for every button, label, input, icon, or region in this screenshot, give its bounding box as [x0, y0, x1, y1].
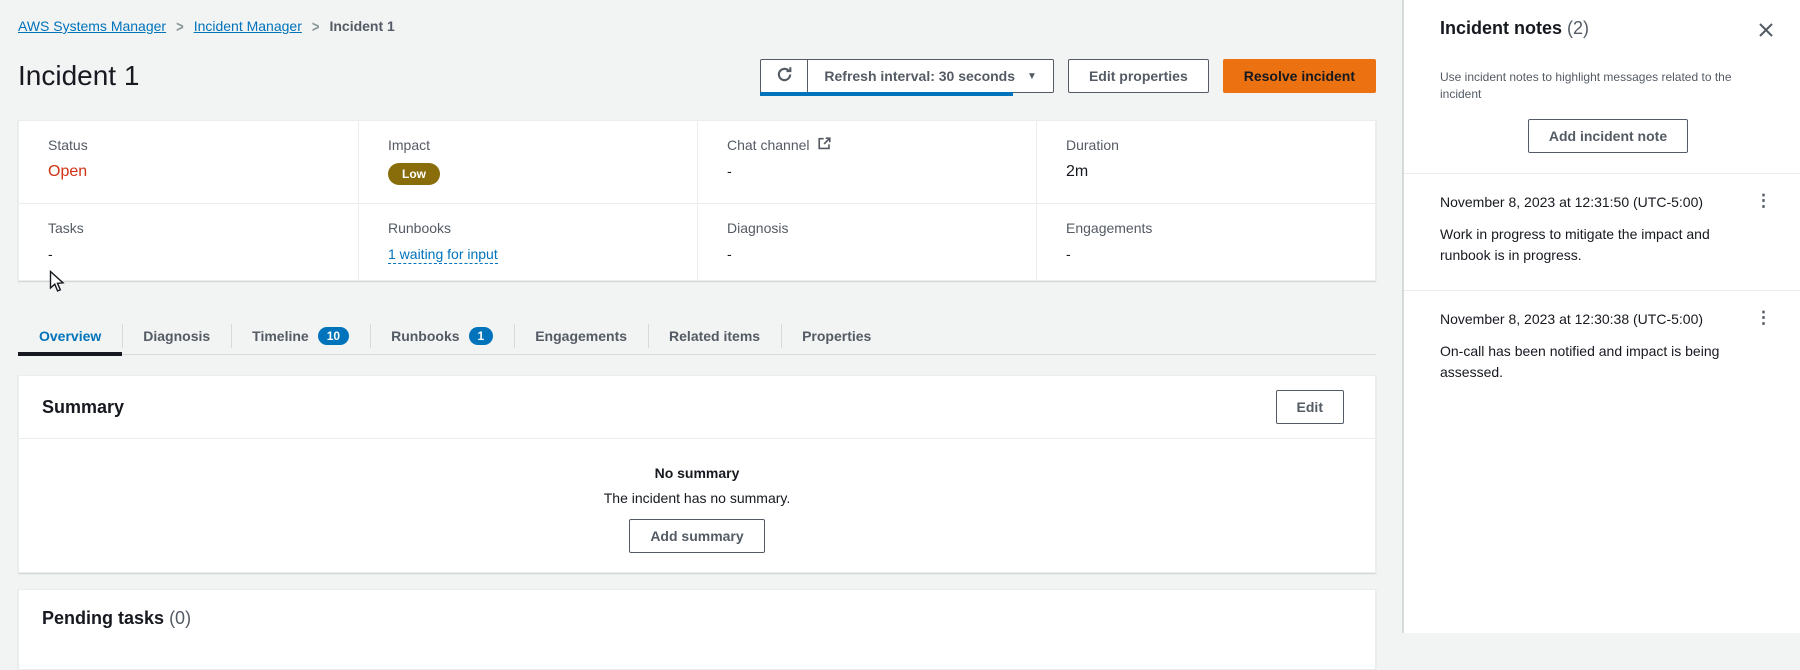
- timeline-count-badge: 10: [318, 327, 349, 345]
- notes-panel-header: Incident notes (2): [1440, 18, 1776, 43]
- refresh-control-group: Refresh interval: 30 seconds ▼: [760, 59, 1054, 93]
- tab-related-items[interactable]: Related items: [648, 317, 781, 354]
- duration-field: Duration 2m: [1036, 121, 1375, 203]
- tab-engagements[interactable]: Engagements: [514, 317, 648, 354]
- incident-note-item: November 8, 2023 at 12:30:38 (UTC-5:00) …: [1440, 291, 1776, 407]
- note-text: On-call has been notified and impact is …: [1440, 341, 1762, 383]
- tab-properties-label: Properties: [802, 328, 871, 344]
- impact-low-badge: Low: [388, 163, 440, 185]
- duration-value: 2m: [1066, 163, 1365, 181]
- note-timestamp: November 8, 2023 at 12:31:50 (UTC-5:00): [1440, 194, 1703, 210]
- external-link-icon: [818, 137, 831, 153]
- main-content-area: AWS Systems Manager > Incident Manager >…: [0, 0, 1400, 633]
- runbooks-label: Runbooks: [388, 220, 687, 236]
- engagements-value: -: [1066, 246, 1365, 262]
- tab-runbooks-label: Runbooks: [391, 328, 459, 344]
- close-panel-button[interactable]: [1756, 20, 1776, 43]
- page-title: Incident 1: [18, 60, 139, 92]
- note-actions-kebab-icon[interactable]: ⋮: [1751, 311, 1776, 325]
- breadcrumb-incident-manager[interactable]: Incident Manager: [194, 18, 302, 34]
- breadcrumb-current-page: Incident 1: [329, 18, 394, 34]
- header-actions: Refresh interval: 30 seconds ▼ Edit prop…: [760, 59, 1376, 93]
- no-summary-title: No summary: [19, 465, 1375, 481]
- chat-channel-label: Chat channel: [727, 137, 810, 153]
- breadcrumb-aws-systems-manager[interactable]: AWS Systems Manager: [18, 18, 166, 34]
- chevron-down-icon: ▼: [1027, 71, 1037, 82]
- pending-tasks-title-text: Pending tasks: [42, 608, 164, 628]
- refresh-button[interactable]: [760, 59, 808, 93]
- edit-summary-button[interactable]: Edit: [1276, 390, 1344, 424]
- runbooks-field: Runbooks 1 waiting for input: [358, 204, 697, 280]
- note-text: Work in progress to mitigate the impact …: [1440, 224, 1762, 266]
- impact-field: Impact Low: [358, 121, 697, 203]
- add-incident-note-button[interactable]: Add incident note: [1528, 119, 1688, 153]
- diagnosis-label: Diagnosis: [727, 220, 1026, 236]
- refresh-icon: [776, 66, 793, 86]
- notes-panel-title: Incident notes (2): [1440, 18, 1589, 39]
- runbooks-waiting-link[interactable]: 1 waiting for input: [388, 246, 498, 264]
- diagnosis-value: -: [727, 246, 1026, 262]
- status-value: Open: [48, 163, 348, 181]
- tab-timeline-label: Timeline: [252, 328, 309, 344]
- tab-runbooks[interactable]: Runbooks 1: [370, 317, 514, 354]
- page-header: Incident 1 Refresh interval: 30 seconds: [18, 54, 1376, 98]
- tab-engagements-label: Engagements: [535, 328, 627, 344]
- breadcrumb-chevron-icon: >: [312, 17, 320, 35]
- refresh-interval-label: Refresh interval: 30 seconds: [824, 68, 1015, 84]
- engagements-label: Engagements: [1066, 220, 1365, 236]
- tab-overview-label: Overview: [39, 328, 101, 344]
- tab-related-items-label: Related items: [669, 328, 760, 344]
- summary-header: Summary Edit: [19, 376, 1375, 439]
- runbooks-count-badge: 1: [469, 327, 494, 345]
- impact-label: Impact: [388, 137, 687, 153]
- chat-channel-value: -: [727, 163, 1026, 179]
- add-summary-button[interactable]: Add summary: [629, 519, 764, 553]
- status-row-1: Status Open Impact Low Chat channel: [19, 121, 1375, 203]
- refresh-countdown-progress: [760, 92, 1012, 96]
- engagements-field: Engagements -: [1036, 204, 1375, 280]
- incident-note-item: November 8, 2023 at 12:31:50 (UTC-5:00) …: [1440, 174, 1776, 290]
- duration-label: Duration: [1066, 137, 1365, 153]
- no-summary-message: The incident has no summary.: [19, 490, 1375, 506]
- summary-title: Summary: [42, 397, 124, 418]
- breadcrumb: AWS Systems Manager > Incident Manager >…: [18, 0, 1376, 34]
- pending-tasks-title: Pending tasks (0): [42, 608, 1352, 629]
- summary-section: Summary Edit No summary The incident has…: [18, 375, 1376, 573]
- note-actions-kebab-icon[interactable]: ⋮: [1751, 194, 1776, 208]
- tab-diagnosis-label: Diagnosis: [143, 328, 210, 344]
- status-row-2: Tasks - Runbooks 1 waiting for input Dia…: [19, 203, 1375, 280]
- note-timestamp: November 8, 2023 at 12:30:38 (UTC-5:00): [1440, 311, 1703, 327]
- incident-notes-panel: Incident notes (2) Use incident notes to…: [1402, 0, 1800, 633]
- tab-diagnosis[interactable]: Diagnosis: [122, 317, 231, 354]
- breadcrumb-chevron-icon: >: [176, 17, 184, 35]
- close-icon: [1758, 26, 1774, 41]
- tab-properties[interactable]: Properties: [781, 317, 892, 354]
- pending-tasks-section: Pending tasks (0): [18, 589, 1376, 670]
- tab-overview[interactable]: Overview: [18, 317, 122, 354]
- diagnosis-field: Diagnosis -: [697, 204, 1036, 280]
- tasks-label: Tasks: [48, 220, 348, 236]
- chat-channel-field: Chat channel -: [697, 121, 1036, 203]
- tab-bar: Overview Diagnosis Timeline 10 Runbooks …: [18, 317, 1376, 355]
- tab-timeline[interactable]: Timeline 10: [231, 317, 370, 354]
- notes-panel-title-text: Incident notes: [1440, 18, 1562, 38]
- tasks-value: -: [48, 246, 348, 262]
- notes-count: (2): [1567, 18, 1589, 38]
- tasks-field: Tasks -: [19, 204, 358, 280]
- edit-properties-button[interactable]: Edit properties: [1068, 59, 1209, 93]
- resolve-incident-button[interactable]: Resolve incident: [1223, 59, 1376, 93]
- refresh-interval-dropdown[interactable]: Refresh interval: 30 seconds ▼: [808, 59, 1054, 93]
- notes-panel-description: Use incident notes to highlight messages…: [1440, 69, 1758, 103]
- incident-status-panel: Status Open Impact Low Chat channel: [18, 120, 1376, 281]
- status-label: Status: [48, 137, 348, 153]
- pending-tasks-count: (0): [169, 608, 191, 628]
- status-field: Status Open: [19, 121, 358, 203]
- summary-empty-state: No summary The incident has no summary. …: [19, 439, 1375, 572]
